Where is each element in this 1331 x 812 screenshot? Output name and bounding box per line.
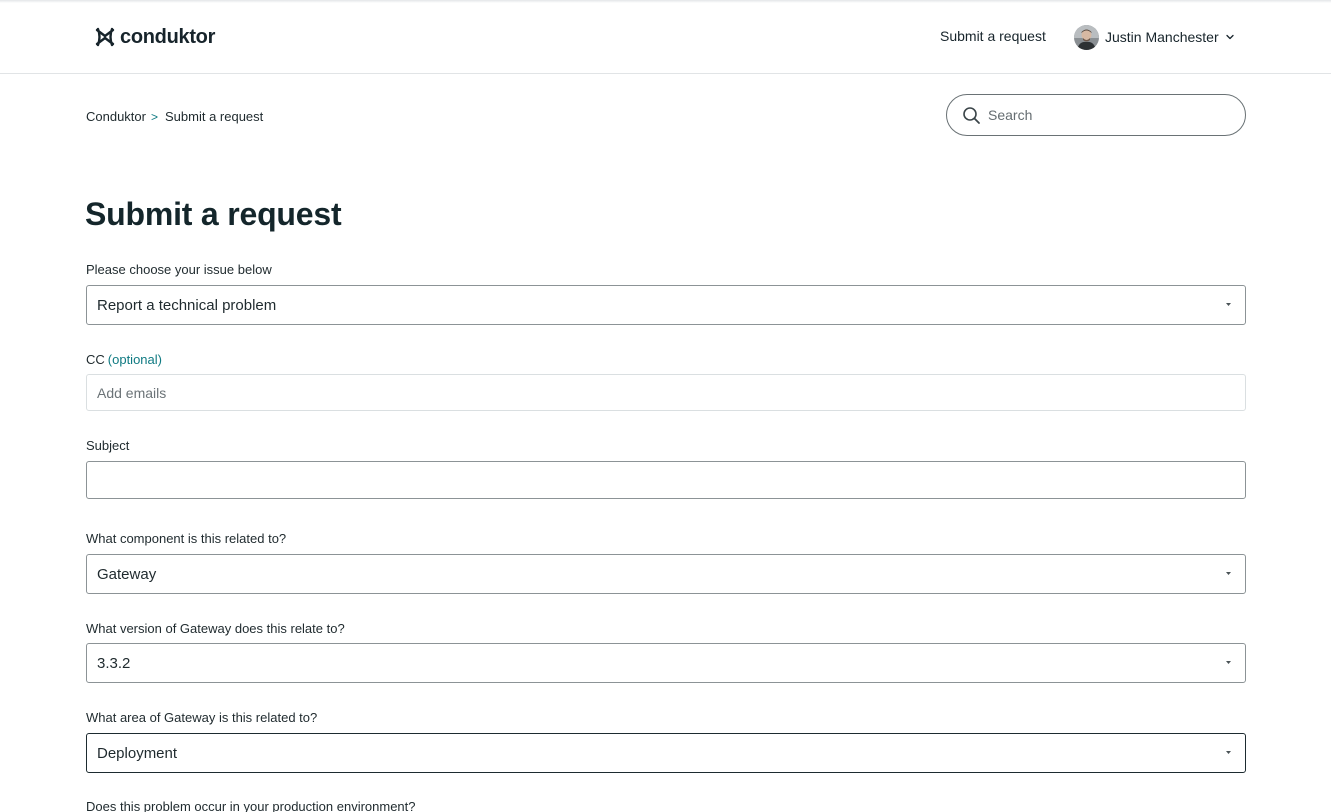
breadcrumb-current[interactable]: Submit a request bbox=[165, 109, 263, 124]
breadcrumb-separator: > bbox=[150, 109, 158, 124]
production-environment-label: Does this problem occur in your producti… bbox=[86, 799, 416, 812]
search-input[interactable] bbox=[988, 107, 1228, 123]
breadcrumb-home-link[interactable]: Conduktor bbox=[86, 109, 146, 124]
subject-label: Subject bbox=[86, 438, 130, 453]
issue-type-label: Please choose your issue below bbox=[86, 262, 272, 277]
chevron-down-icon bbox=[1225, 34, 1234, 40]
submit-request-link[interactable]: Submit a request bbox=[940, 28, 1046, 44]
user-menu[interactable]: Justin Manchester bbox=[1074, 24, 1235, 50]
area-value: Deployment bbox=[97, 744, 178, 762]
user-name: Justin Manchester bbox=[1105, 29, 1219, 45]
breadcrumb: Conduktor > Submit a request bbox=[86, 109, 263, 124]
conduktor-logo[interactable]: conduktor bbox=[94, 25, 215, 49]
page-title: Submit a request bbox=[85, 196, 342, 232]
component-select[interactable]: Gateway bbox=[86, 554, 1246, 594]
dropdown-arrow-icon bbox=[1226, 572, 1231, 575]
cc-email-input[interactable] bbox=[86, 374, 1246, 411]
cc-label: CC (optional) bbox=[86, 352, 162, 367]
cc-optional-text: (optional) bbox=[107, 352, 162, 367]
component-value: Gateway bbox=[97, 565, 157, 583]
version-label: What version of Gateway does this relate… bbox=[86, 621, 345, 636]
version-value: 3.3.2 bbox=[97, 654, 131, 672]
component-label: What component is this related to? bbox=[86, 531, 287, 546]
issue-type-value: Report a technical problem bbox=[97, 296, 277, 314]
dropdown-arrow-icon bbox=[1226, 303, 1231, 306]
area-select[interactable]: Deployment bbox=[86, 733, 1246, 773]
site-header: conduktor Submit a request Justin Manche… bbox=[0, 0, 1331, 74]
dropdown-arrow-icon bbox=[1226, 661, 1231, 664]
version-select[interactable]: 3.3.2 bbox=[86, 643, 1246, 683]
cc-label-text: CC bbox=[86, 352, 105, 367]
search-icon bbox=[963, 106, 980, 124]
subject-input[interactable] bbox=[86, 461, 1246, 499]
logo-text: conduktor bbox=[120, 25, 216, 48]
search-box bbox=[946, 94, 1246, 136]
avatar bbox=[1074, 24, 1099, 50]
dropdown-arrow-icon bbox=[1226, 751, 1231, 754]
area-label: What area of Gateway is this related to? bbox=[86, 710, 318, 725]
issue-type-select[interactable]: Report a technical problem bbox=[86, 285, 1246, 325]
conduktor-logo-icon bbox=[95, 27, 115, 47]
